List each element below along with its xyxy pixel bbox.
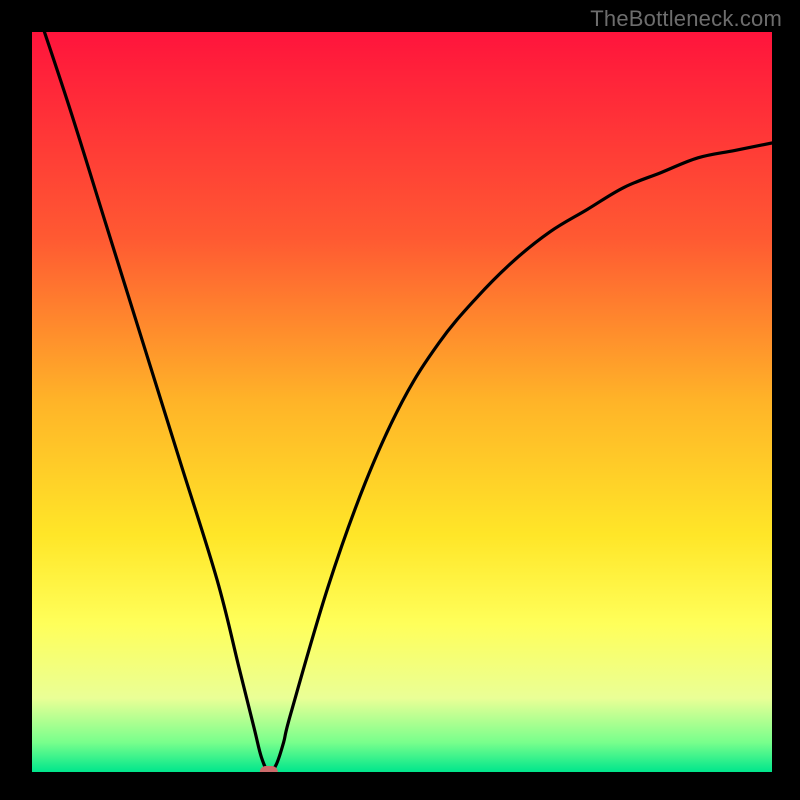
chart-frame: TheBottleneck.com <box>0 0 800 800</box>
plot-area <box>32 32 772 772</box>
bottleneck-curve <box>32 32 772 772</box>
watermark-text: TheBottleneck.com <box>590 6 782 32</box>
